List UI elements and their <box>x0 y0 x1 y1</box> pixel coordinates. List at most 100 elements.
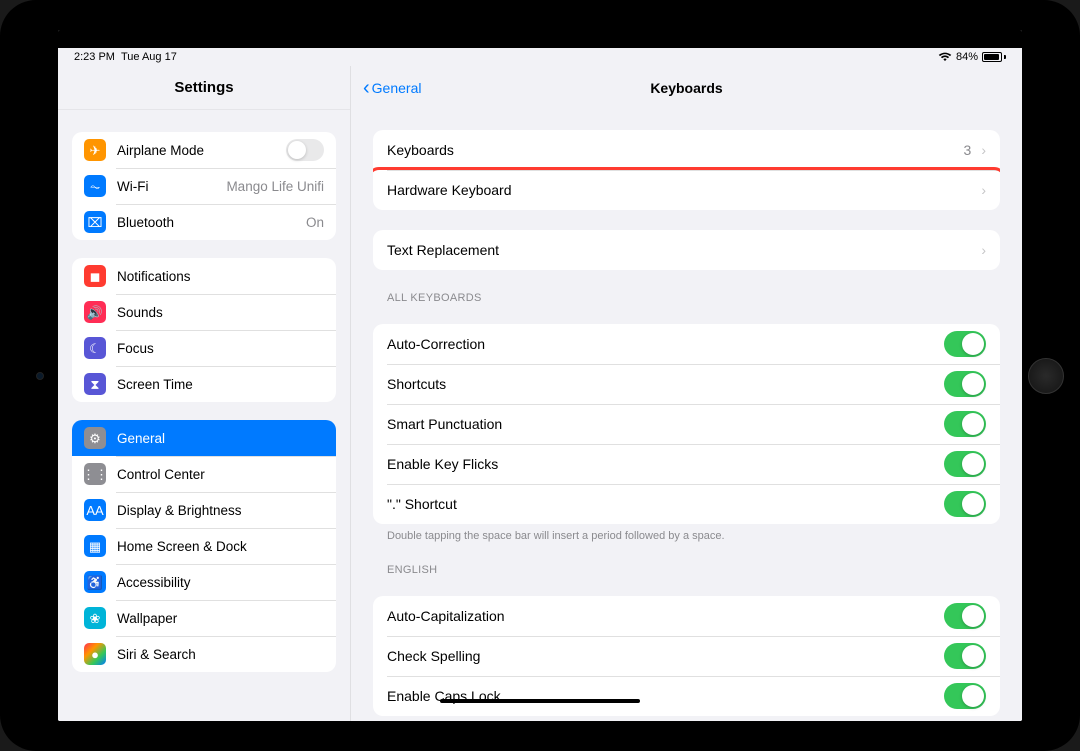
sidebar-item-detail: On <box>306 215 324 230</box>
setting-row-enable-caps-lock[interactable]: Enable Caps Lock <box>373 676 1000 716</box>
sidebar-item-screen-time[interactable]: ⧗ Screen Time <box>72 366 336 402</box>
settings-sidebar: Settings ✈ Airplane Mode ⏦ Wi-Fi Mango Life … <box>58 66 350 721</box>
setting-row-auto-capitalization[interactable]: Auto-Capitalization <box>373 596 1000 636</box>
chevron-left-icon: ‹ <box>363 78 370 98</box>
controlcenter-icon: ⋮⋮ <box>84 463 106 485</box>
bluetooth-icon: ⌧ <box>84 211 106 233</box>
sidebar-item-accessibility[interactable]: ♿ Accessibility <box>72 564 336 600</box>
setting-label: Hardware Keyboard <box>387 182 971 198</box>
chevron-right-icon: › <box>981 182 986 198</box>
accessibility-icon: ♿ <box>84 571 106 593</box>
sidebar-item-label: General <box>117 431 324 446</box>
sidebar-item-label: Accessibility <box>117 575 324 590</box>
homescreen-icon: ▦ <box>84 535 106 557</box>
home-button[interactable] <box>1028 358 1064 394</box>
main-pane: ‹ General Keyboards Keyboards3›Hardware … <box>350 66 1022 721</box>
siri-icon: ● <box>84 643 106 665</box>
wifi-icon: ⏦ <box>84 175 106 197</box>
sidebar-item-siri-search[interactable]: ● Siri & Search <box>72 636 336 672</box>
sidebar-item-label: Screen Time <box>117 377 324 392</box>
toggle-switch[interactable] <box>944 683 986 709</box>
sidebar-item-label: Focus <box>117 341 324 356</box>
sidebar-item-wi-fi[interactable]: ⏦ Wi-Fi Mango Life Unifi <box>72 168 336 204</box>
setting-label: Check Spelling <box>387 648 934 664</box>
setting-row-auto-correction[interactable]: Auto-Correction <box>373 324 1000 364</box>
toggle-switch[interactable] <box>944 331 986 357</box>
toggle-switch[interactable] <box>944 603 986 629</box>
status-time: 2:23 PM <box>74 51 115 63</box>
sounds-icon: 🔊 <box>84 301 106 323</box>
home-indicator[interactable] <box>440 699 640 703</box>
section-header: ENGLISH <box>387 564 1000 576</box>
back-button[interactable]: ‹ General <box>363 78 421 98</box>
setting-row-smart-punctuation[interactable]: Smart Punctuation <box>373 404 1000 444</box>
sidebar-item-wallpaper[interactable]: ❀ Wallpaper <box>72 600 336 636</box>
sidebar-item-label: Control Center <box>117 467 324 482</box>
status-bar: 2:23 PM Tue Aug 17 84% <box>58 48 1022 66</box>
setting-row-enable-key-flicks[interactable]: Enable Key Flicks <box>373 444 1000 484</box>
toggle-switch[interactable] <box>944 411 986 437</box>
sidebar-item-focus[interactable]: ☾ Focus <box>72 330 336 366</box>
screen: 2:23 PM Tue Aug 17 84% Settings ✈ Airplan… <box>58 30 1022 721</box>
sidebar-item-label: Wallpaper <box>117 611 324 626</box>
sidebar-item-label: Airplane Mode <box>117 143 275 158</box>
wifi-status-icon <box>938 52 952 62</box>
setting-row-keyboards[interactable]: Keyboards 3 › <box>373 130 1000 170</box>
sidebar-item-sounds[interactable]: 🔊 Sounds <box>72 294 336 330</box>
main-header: ‹ General Keyboards <box>351 66 1022 110</box>
screentime-icon: ⧗ <box>84 373 106 395</box>
setting-row--shortcut[interactable]: "." Shortcut <box>373 484 1000 524</box>
sidebar-item-control-center[interactable]: ⋮⋮ Control Center <box>72 456 336 492</box>
letterbox-top <box>58 30 1022 48</box>
sidebar-item-home-screen-dock[interactable]: ▦Home Screen & Dock <box>72 528 336 564</box>
sidebar-item-display-brightness[interactable]: AA Display & Brightness <box>72 492 336 528</box>
sidebar-item-label: Bluetooth <box>117 215 295 230</box>
chevron-right-icon: › <box>981 242 986 258</box>
setting-label: Keyboards <box>387 142 954 158</box>
wallpaper-icon: ❀ <box>84 607 106 629</box>
sidebar-item-notifications[interactable]: ◼Notifications <box>72 258 336 294</box>
toggle-switch[interactable] <box>944 451 986 477</box>
front-camera <box>36 372 44 380</box>
setting-label: Text Replacement <box>387 242 971 258</box>
setting-label: "." Shortcut <box>387 496 934 512</box>
sidebar-item-detail: Mango Life Unifi <box>226 179 324 194</box>
focus-icon: ☾ <box>84 337 106 359</box>
sidebar-item-label: Wi-Fi <box>117 179 215 194</box>
sidebar-item-bluetooth[interactable]: ⌧ Bluetooth On <box>72 204 336 240</box>
setting-label: Auto-Correction <box>387 336 934 352</box>
toggle-switch[interactable] <box>944 491 986 517</box>
setting-detail: 3 <box>964 142 972 158</box>
toggle-switch[interactable] <box>944 371 986 397</box>
display-icon: AA <box>84 499 106 521</box>
sidebar-item-label: Display & Brightness <box>117 503 324 518</box>
status-date: Tue Aug 17 <box>121 51 177 63</box>
sidebar-title: Settings <box>58 66 350 110</box>
setting-label: Enable Key Flicks <box>387 456 934 472</box>
airplane-mode-switch[interactable] <box>286 139 324 161</box>
notifications-icon: ◼ <box>84 265 106 287</box>
airplane-icon: ✈ <box>84 139 106 161</box>
general-icon: ⚙ <box>84 427 106 449</box>
sidebar-item-general[interactable]: ⚙ General <box>72 420 336 456</box>
sidebar-item-label: Siri & Search <box>117 647 324 662</box>
sidebar-scroll[interactable]: ✈ Airplane Mode ⏦ Wi-Fi Mango Life Unifi ⌧ Blu… <box>58 110 350 721</box>
chevron-right-icon: › <box>981 142 986 158</box>
main-scroll[interactable]: Keyboards3›Hardware Keyboard›Text Replac… <box>351 110 1022 721</box>
page-title: Keyboards <box>351 80 1022 96</box>
setting-row-text-replacement[interactable]: Text Replacement › <box>373 230 1000 270</box>
setting-row-check-spelling[interactable]: Check Spelling <box>373 636 1000 676</box>
battery-icon <box>982 52 1006 62</box>
back-label: General <box>372 80 422 96</box>
setting-label: Smart Punctuation <box>387 416 934 432</box>
sidebar-item-label: Sounds <box>117 305 324 320</box>
setting-row-shortcuts[interactable]: Shortcuts <box>373 364 1000 404</box>
sidebar-item-airplane-mode[interactable]: ✈ Airplane Mode <box>72 132 336 168</box>
setting-label: Shortcuts <box>387 376 934 392</box>
tablet-frame: 2:23 PM Tue Aug 17 84% Settings ✈ Airplan… <box>0 0 1080 751</box>
setting-label: Auto-Capitalization <box>387 608 934 624</box>
battery-percent: 84% <box>956 51 978 63</box>
section-footer: Double tapping the space bar will insert… <box>387 530 1000 542</box>
setting-row-hardware-keyboard[interactable]: Hardware Keyboard › <box>373 170 1000 210</box>
toggle-switch[interactable] <box>944 643 986 669</box>
